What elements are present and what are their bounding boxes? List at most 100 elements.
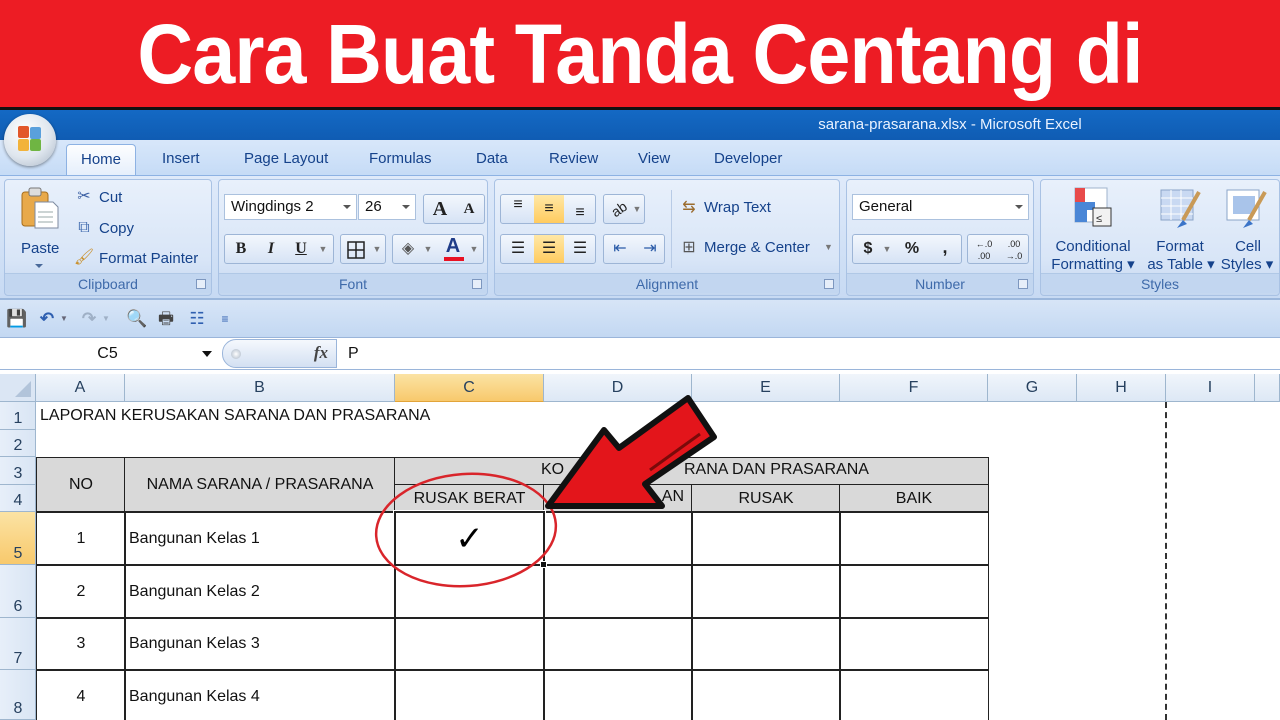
header-nama-sarana[interactable]: NAMA SARANA / PRASARANA — [124, 457, 396, 513]
copy-button[interactable]: ⧉ Copy — [71, 217, 151, 241]
font-size-combo[interactable]: 26 — [358, 194, 416, 220]
customize-qat-icon[interactable]: ≡ — [218, 308, 232, 330]
merge-center-button[interactable]: ⊞ Merge & Center ▼ — [677, 236, 837, 262]
percent-button[interactable]: % — [897, 235, 927, 263]
currency-dropdown-icon[interactable]: ▼ — [881, 235, 893, 263]
tab-developer[interactable]: Developer — [714, 150, 782, 167]
cell-no[interactable]: 3 — [36, 617, 126, 671]
cell-baik[interactable] — [839, 511, 989, 566]
column-header-g[interactable]: G — [988, 374, 1077, 402]
cell-a1-title[interactable]: LAPORAN KERUSAKAN SARANA DAN PRASARANA — [36, 402, 430, 430]
column-header-j[interactable] — [1255, 374, 1280, 402]
align-right-button[interactable]: ☰ — [565, 235, 595, 263]
cell-baik[interactable] — [839, 617, 989, 671]
cell-baik[interactable] — [839, 564, 989, 619]
tab-data[interactable]: Data — [476, 150, 508, 167]
quick-print-icon[interactable]: 🖶 — [155, 308, 177, 330]
fill-handle[interactable] — [540, 561, 547, 568]
insert-function-button[interactable]: fx — [314, 343, 328, 363]
decrease-decimal-button[interactable]: .00 →.0 — [999, 235, 1029, 262]
row-header-2[interactable]: 2 — [0, 430, 36, 457]
cell-no[interactable]: 1 — [36, 511, 126, 566]
formula-input[interactable]: P — [348, 345, 359, 363]
underline-dropdown-icon[interactable]: ▼ — [315, 235, 331, 263]
tab-formulas[interactable]: Formulas — [369, 150, 432, 167]
column-header-c[interactable]: C — [395, 374, 544, 402]
font-color-button[interactable]: A — [439, 232, 467, 260]
column-header-h[interactable]: H — [1077, 374, 1166, 402]
column-header-d[interactable]: D — [544, 374, 692, 402]
cell-rusak[interactable] — [691, 669, 841, 720]
row-header-4[interactable]: 4 — [0, 485, 36, 512]
cell-baik[interactable] — [839, 669, 989, 720]
row-header-6[interactable]: 6 — [0, 565, 36, 618]
format-as-table-button[interactable]: Format as Table ▾ — [1145, 184, 1215, 276]
column-header-b[interactable]: B — [125, 374, 395, 402]
fill-color-dropdown-icon[interactable]: ▼ — [421, 235, 435, 263]
align-center-button[interactable]: ☰ — [534, 235, 564, 263]
bold-button[interactable]: B — [227, 235, 255, 263]
cell-rusak-berat[interactable] — [394, 564, 545, 619]
decrease-indent-button[interactable]: ⇤ — [605, 235, 635, 263]
alignment-dialog-launcher[interactable] — [824, 279, 834, 289]
cell-d[interactable] — [543, 564, 693, 619]
header-kondisi[interactable]: KO RANA DAN PRASARANA — [394, 457, 989, 486]
row-header-3[interactable]: 3 — [0, 457, 36, 485]
cell-nama[interactable]: Bangunan Kelas 1 — [124, 511, 396, 566]
name-box[interactable]: C5 — [0, 340, 215, 368]
borders-button[interactable]: ▼ — [340, 234, 386, 264]
tab-page-layout[interactable]: Page Layout — [244, 150, 328, 167]
cell-nama[interactable]: Bangunan Kelas 3 — [124, 617, 396, 671]
row-header-1[interactable]: 1 — [0, 402, 36, 430]
increase-decimal-button[interactable]: ←.0 .00 — [969, 235, 999, 262]
tab-review[interactable]: Review — [549, 150, 598, 167]
cell-no[interactable]: 2 — [36, 564, 126, 619]
clipboard-dialog-launcher[interactable] — [196, 279, 206, 289]
row-header-7[interactable]: 7 — [0, 618, 36, 670]
row-header-8[interactable]: 8 — [0, 670, 36, 720]
undo-dropdown-icon[interactable]: ▼ — [58, 308, 70, 330]
paste-dropdown-icon[interactable] — [35, 264, 43, 268]
font-name-combo[interactable]: Wingdings 2 — [224, 194, 357, 220]
font-color-dropdown-icon[interactable]: ▼ — [467, 235, 481, 263]
conditional-formatting-button[interactable]: ≤ Conditional Formatting ▾ — [1045, 184, 1141, 276]
expand-handle-icon[interactable] — [231, 349, 241, 359]
form-icon[interactable]: ☷ — [186, 308, 208, 330]
subheader-rusak-berat[interactable]: RUSAK BERAT — [394, 484, 545, 513]
column-header-i[interactable]: I — [1166, 374, 1255, 402]
cell-rusak-berat[interactable] — [394, 669, 545, 720]
column-header-a[interactable]: A — [36, 374, 125, 402]
cell-no[interactable]: 4 — [36, 669, 126, 720]
cell-nama[interactable]: Bangunan Kelas 2 — [124, 564, 396, 619]
font-dialog-launcher[interactable] — [472, 279, 482, 289]
cell-rusak-berat[interactable] — [394, 617, 545, 671]
align-middle-button[interactable]: ≡ — [534, 195, 564, 223]
grow-font-button[interactable]: A — [426, 195, 454, 223]
column-header-f[interactable]: F — [840, 374, 988, 402]
align-top-button[interactable]: ≡ — [503, 191, 533, 219]
number-format-combo[interactable]: General — [852, 194, 1029, 220]
save-icon[interactable]: 💾 — [6, 308, 28, 330]
cell-rusak[interactable] — [691, 511, 841, 566]
column-header-e[interactable]: E — [692, 374, 840, 402]
cell-d[interactable] — [543, 669, 693, 720]
subheader-d[interactable]: AN — [543, 484, 693, 513]
cell-d[interactable] — [543, 617, 693, 671]
increase-indent-button[interactable]: ⇥ — [635, 235, 665, 263]
office-button[interactable] — [4, 114, 56, 166]
italic-button[interactable]: I — [257, 235, 285, 263]
align-left-button[interactable]: ☰ — [503, 235, 533, 263]
paste-button[interactable]: Paste — [11, 184, 63, 270]
cut-button[interactable]: ✂ Cut — [71, 186, 151, 210]
row-header-5[interactable]: 5 — [0, 512, 36, 565]
tab-home[interactable]: Home — [66, 144, 137, 177]
cell-d[interactable] — [543, 511, 693, 566]
select-all-button[interactable] — [0, 374, 36, 402]
number-dialog-launcher[interactable] — [1018, 279, 1028, 289]
comma-button[interactable]: , — [930, 233, 960, 261]
name-box-dropdown-icon[interactable] — [202, 351, 212, 357]
redo-icon[interactable]: ↷ — [78, 308, 100, 330]
underline-button[interactable]: U — [287, 235, 315, 263]
cell-styles-button[interactable]: Cell Styles ▾ — [1217, 184, 1279, 276]
tab-view[interactable]: View — [638, 150, 670, 167]
